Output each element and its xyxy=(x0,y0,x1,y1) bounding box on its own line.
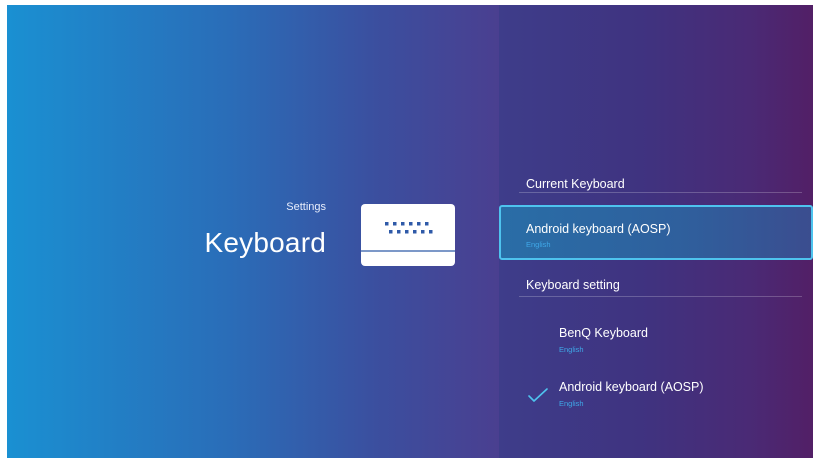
current-keyboard-divider xyxy=(519,192,802,193)
keyboard-option-benq[interactable]: BenQ Keyboard English xyxy=(499,319,813,371)
breadcrumb: Settings xyxy=(286,201,326,213)
keyboard-setting-header: Keyboard setting xyxy=(526,278,620,292)
keyboard-option-sublabel: English xyxy=(559,345,584,354)
check-icon xyxy=(528,388,548,402)
keyboard-option-sublabel: English xyxy=(559,399,584,408)
settings-screen: Settings Keyboard Current Keyboard Andro… xyxy=(7,5,813,458)
keyboard-icon xyxy=(361,204,455,266)
keyboard-option-label: BenQ Keyboard xyxy=(559,326,648,340)
header-panel: Settings Keyboard xyxy=(7,5,499,458)
current-keyboard-item[interactable]: Android keyboard (AOSP) English xyxy=(499,205,813,260)
keyboard-setting-divider xyxy=(519,296,802,297)
current-keyboard-header: Current Keyboard xyxy=(526,177,625,191)
keyboard-option-label: Android keyboard (AOSP) xyxy=(559,380,704,394)
page-title: Keyboard xyxy=(204,227,326,258)
keyboard-option-aosp[interactable]: Android keyboard (AOSP) English xyxy=(499,373,813,425)
current-keyboard-sublabel: English xyxy=(526,240,551,249)
current-keyboard-label: Android keyboard (AOSP) xyxy=(526,222,671,236)
